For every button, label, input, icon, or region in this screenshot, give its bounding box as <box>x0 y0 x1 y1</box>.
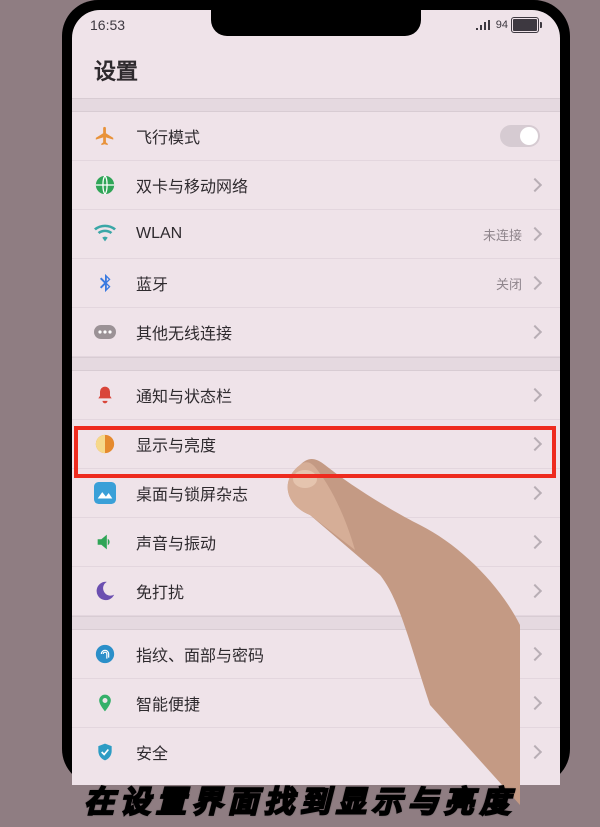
location-icon <box>92 690 118 716</box>
bluetooth-icon <box>92 270 118 296</box>
row-label: 指纹、面部与密码 <box>136 642 530 666</box>
row-value: 未连接 <box>483 225 522 244</box>
row-fingerprint-face-password[interactable]: 指纹、面部与密码 <box>72 630 560 679</box>
group-separator <box>72 616 560 630</box>
chevron-right-icon <box>528 227 542 241</box>
chevron-right-icon <box>528 745 542 759</box>
row-label: 通知与状态栏 <box>136 383 530 407</box>
row-label: 蓝牙 <box>136 271 496 295</box>
moon-icon <box>92 578 118 604</box>
row-bluetooth[interactable]: 蓝牙 关闭 <box>72 259 560 308</box>
chevron-right-icon <box>528 535 542 549</box>
battery-icon: 94 <box>496 17 542 33</box>
wifi-icon <box>92 221 118 247</box>
chevron-right-icon <box>528 325 542 339</box>
more-icon <box>92 319 118 345</box>
row-label: 安全 <box>136 740 530 764</box>
notch <box>211 10 421 36</box>
row-sim-network[interactable]: 双卡与移动网络 <box>72 161 560 210</box>
chevron-right-icon <box>528 696 542 710</box>
row-label: 声音与振动 <box>136 530 530 554</box>
group-separator <box>72 357 560 371</box>
row-wlan[interactable]: WLAN 未连接 <box>72 210 560 259</box>
caption-text: 在设置界面找到显示与亮度 <box>84 777 516 821</box>
row-label: 双卡与移动网络 <box>136 173 530 197</box>
chevron-right-icon <box>528 276 542 290</box>
page-title: 设置 <box>72 40 560 98</box>
row-do-not-disturb[interactable]: 免打扰 <box>72 567 560 616</box>
shield-icon <box>92 739 118 765</box>
screen: 16:53 94 设置 飞行 <box>72 10 560 785</box>
phone-frame: 16:53 94 设置 飞行 <box>62 0 570 785</box>
signal-icon <box>476 17 490 33</box>
airplane-icon <box>92 123 118 149</box>
fingerprint-icon <box>92 641 118 667</box>
row-label: 其他无线连接 <box>136 320 530 344</box>
row-label: WLAN <box>136 225 483 243</box>
airplane-toggle[interactable] <box>500 125 540 147</box>
chevron-right-icon <box>528 647 542 661</box>
chevron-right-icon <box>528 486 542 500</box>
tutorial-highlight-box <box>74 426 556 478</box>
row-notifications[interactable]: 通知与状态栏 <box>72 371 560 420</box>
tutorial-caption: 在设置界面找到显示与亮度 <box>0 771 600 827</box>
image-icon <box>92 480 118 506</box>
chevron-right-icon <box>528 388 542 402</box>
row-smart-convenience[interactable]: 智能便捷 <box>72 679 560 728</box>
chevron-right-icon <box>528 178 542 192</box>
row-sound-vibration[interactable]: 声音与振动 <box>72 518 560 567</box>
row-airplane-mode[interactable]: 飞行模式 <box>72 112 560 161</box>
speaker-icon <box>92 529 118 555</box>
chevron-right-icon <box>528 584 542 598</box>
globe-icon <box>92 172 118 198</box>
row-security[interactable]: 安全 <box>72 728 560 776</box>
status-time: 16:53 <box>90 17 125 33</box>
photo-background: 16:53 94 设置 飞行 <box>0 0 600 827</box>
row-label: 飞行模式 <box>136 124 500 148</box>
row-label: 免打扰 <box>136 579 530 603</box>
bell-icon <box>92 382 118 408</box>
row-label: 智能便捷 <box>136 691 530 715</box>
row-value: 关闭 <box>496 274 522 293</box>
row-label: 桌面与锁屏杂志 <box>136 481 530 505</box>
row-other-wireless[interactable]: 其他无线连接 <box>72 308 560 357</box>
group-separator <box>72 98 560 112</box>
